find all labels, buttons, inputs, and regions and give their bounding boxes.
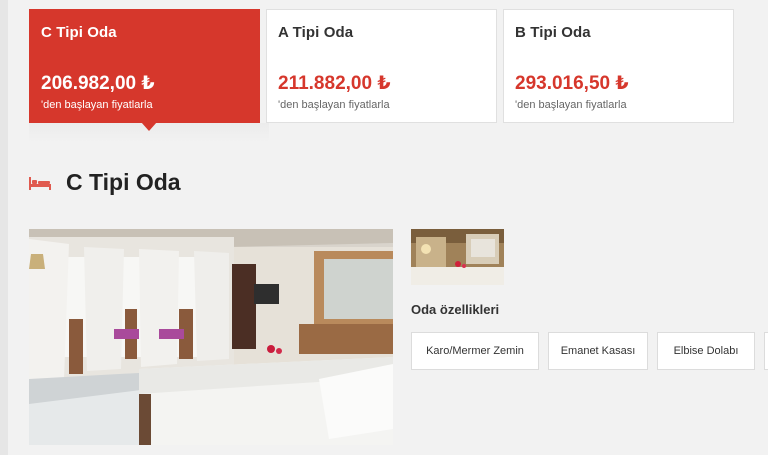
room-tab-c-tipi[interactable]: C Tipi Oda 206.982,00 ₺ 'den başlayan fi… (29, 9, 260, 131)
room-tab-name: B Tipi Oda (515, 24, 591, 41)
thumbnail-image (411, 229, 504, 285)
room-thumbnail[interactable] (411, 229, 504, 285)
feature-chip-more[interactable] (764, 332, 768, 370)
room-tab-a-tipi[interactable]: A Tipi Oda 211.882,00 ₺ 'den başlayan fi… (266, 9, 497, 123)
bed-icon (29, 176, 51, 190)
room-tab-price: 293.016,50 ₺ (515, 73, 629, 94)
room-tab-b-tipi[interactable]: B Tipi Oda 293.016,50 ₺ 'den başlayan fi… (503, 9, 734, 123)
room-section-title: C Tipi Oda (66, 169, 181, 195)
room-main-photo[interactable] (29, 229, 393, 445)
room-tab-price-note: 'den başlayan fiyatlarla (515, 99, 627, 111)
room-tab-name: C Tipi Oda (41, 24, 117, 41)
room-tab-price: 206.982,00 ₺ (41, 73, 155, 94)
room-section-heading: C Tipi Oda (29, 169, 181, 196)
room-tab-price: 211.882,00 ₺ (278, 73, 391, 94)
feature-chip-safe[interactable]: Emanet Kasası (548, 332, 648, 370)
page-frame (0, 0, 8, 455)
room-features-label: Oda özellikleri (411, 302, 500, 317)
feature-chip-floor[interactable]: Karo/Mermer Zemin (411, 332, 539, 370)
feature-chip-wardrobe[interactable]: Elbise Dolabı (657, 332, 755, 370)
room-features-list: Karo/Mermer Zemin Emanet Kasası Elbise D… (411, 332, 768, 370)
room-photo-image (29, 229, 393, 445)
room-tab-price-note: 'den başlayan fiyatlarla (41, 99, 153, 111)
room-tab-price-note: 'den başlayan fiyatlarla (278, 99, 390, 111)
room-tab-name: A Tipi Oda (278, 24, 354, 41)
